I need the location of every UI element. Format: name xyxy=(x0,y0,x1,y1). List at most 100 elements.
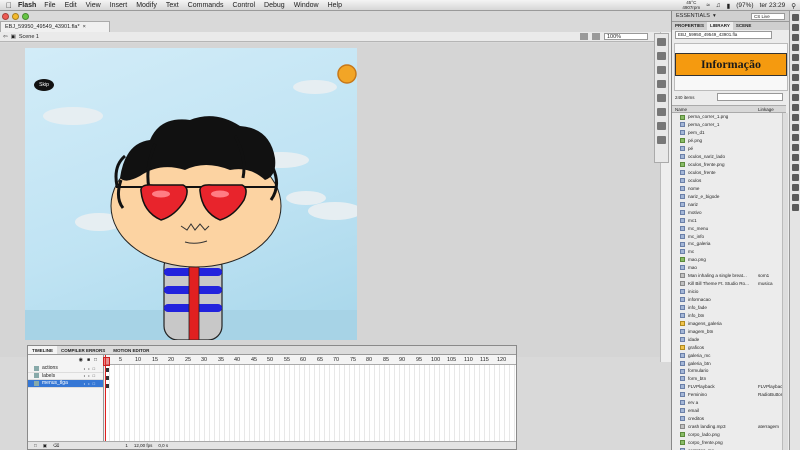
layer-toggles[interactable]: ••□ xyxy=(84,373,98,378)
edit-scene-icon[interactable] xyxy=(580,33,588,40)
library-item[interactable]: mc_info xyxy=(672,232,782,240)
library-item[interactable]: pem_d1 xyxy=(672,129,782,137)
tab-scene[interactable]: SCENE xyxy=(733,22,755,30)
library-item[interactable]: Feminino RadioButton xyxy=(672,391,782,399)
layer-row[interactable]: actions ••□ xyxy=(28,365,103,373)
layer-row[interactable]: labels ••□ xyxy=(28,373,103,380)
battery-level[interactable]: (97%) xyxy=(736,2,753,9)
layer-toggles[interactable]: ••□ xyxy=(84,366,98,371)
lasso-tool-icon[interactable] xyxy=(791,54,799,61)
library-item[interactable]: info_btn xyxy=(672,311,782,319)
align-icon[interactable] xyxy=(657,66,666,74)
library-item[interactable]: idade xyxy=(672,335,782,343)
new-folder-icon[interactable]: ▣ xyxy=(43,443,47,449)
motion-presets-icon[interactable] xyxy=(657,122,666,130)
keyframe[interactable] xyxy=(106,376,109,380)
library-item[interactable]: nome xyxy=(672,184,782,192)
library-item[interactable]: perna_correr_1 xyxy=(672,121,782,129)
text-tool-icon[interactable] xyxy=(791,74,799,81)
menu-debug[interactable]: Debug xyxy=(264,2,285,9)
lock-icon[interactable]: ■ xyxy=(87,357,90,365)
library-item[interactable]: motivo xyxy=(672,208,782,216)
menu-help[interactable]: Help xyxy=(328,2,342,9)
skip-button[interactable]: Skip xyxy=(34,79,54,91)
library-item[interactable]: oculos_nariz_lado xyxy=(672,153,782,161)
clock[interactable]: ter 23:29 xyxy=(760,2,786,9)
library-item[interactable]: imagens_galeria xyxy=(672,319,782,327)
library-item[interactable]: crash landing.mp3 aterragem xyxy=(672,423,782,431)
temperature-readout[interactable]: 45°C 4907rpm xyxy=(682,0,700,10)
library-item[interactable]: graficos xyxy=(672,343,782,351)
menu-control[interactable]: Control xyxy=(232,2,255,9)
tab-timeline[interactable]: TIMELINE xyxy=(28,346,57,354)
frame-grid[interactable]: 5 10 15 20 25 30 35 40 45 50 55 60 65 70… xyxy=(103,355,516,443)
library-search-input[interactable] xyxy=(717,93,783,101)
library-item[interactable]: contatos_mc xyxy=(672,446,782,450)
subselection-tool-icon[interactable] xyxy=(791,24,799,31)
library-item[interactable]: oculos_frente xyxy=(672,169,782,177)
library-item[interactable]: informacao xyxy=(672,296,782,304)
menu-edit[interactable]: Edit xyxy=(65,2,77,9)
menu-text[interactable]: Text xyxy=(166,2,179,9)
components-icon[interactable] xyxy=(657,108,666,116)
paint-bucket-tool-icon[interactable] xyxy=(791,144,799,151)
library-item[interactable]: nariz xyxy=(672,200,782,208)
library-item[interactable]: creditos xyxy=(672,415,782,423)
library-item[interactable]: Kill Bill Theme Ft. Studio Ro... musica xyxy=(672,280,782,288)
library-item[interactable]: email xyxy=(672,407,782,415)
scene-name[interactable]: Scene 1 xyxy=(19,34,39,40)
library-item[interactable]: erv a xyxy=(672,399,782,407)
library-item[interactable]: mc xyxy=(672,248,782,256)
column-linkage[interactable]: Linkage xyxy=(758,107,774,112)
library-item[interactable]: perna_correr_1.png xyxy=(672,113,782,121)
tab-motion-editor[interactable]: MOTION EDITOR xyxy=(109,346,153,354)
zoom-select[interactable]: 100% xyxy=(604,33,648,40)
close-window-icon[interactable] xyxy=(2,13,9,20)
tab-compiler-errors[interactable]: COMPILER ERRORS xyxy=(57,346,109,354)
frame-ruler[interactable]: 5 10 15 20 25 30 35 40 45 50 55 60 65 70… xyxy=(105,355,516,365)
frame-rate[interactable]: 12,00 fps xyxy=(134,443,153,448)
pencil-tool-icon[interactable] xyxy=(791,104,799,111)
workspace-switcher[interactable]: ESSENTIALS xyxy=(676,13,710,19)
library-item[interactable]: pé xyxy=(672,145,782,153)
wifi-icon[interactable]: ≈ xyxy=(706,2,710,9)
new-layer-icon[interactable]: □ xyxy=(34,443,37,448)
library-item[interactable]: mc1 xyxy=(672,216,782,224)
layer-row-selected[interactable]: menus_tlga ••□ xyxy=(28,380,103,388)
library-item[interactable]: nariz_e_bigode xyxy=(672,192,782,200)
library-item[interactable]: galeria_mc xyxy=(672,351,782,359)
menu-commands[interactable]: Commands xyxy=(188,2,224,9)
menu-insert[interactable]: Insert xyxy=(110,2,128,9)
library-item[interactable]: mao.png xyxy=(672,256,782,264)
outline-icon[interactable]: □ xyxy=(94,357,97,365)
battery-icon[interactable]: ▮ xyxy=(727,2,731,10)
apple-icon[interactable]:  xyxy=(0,1,18,10)
info-icon[interactable] xyxy=(657,80,666,88)
selection-tool-icon[interactable] xyxy=(791,14,799,21)
brush-tool-icon[interactable] xyxy=(791,114,799,121)
library-item[interactable]: corpo_frente.png xyxy=(672,438,782,446)
transform-icon[interactable] xyxy=(657,94,666,102)
menu-modify[interactable]: Modify xyxy=(136,2,157,9)
spotlight-icon[interactable]: ⚲ xyxy=(791,2,796,10)
playhead[interactable] xyxy=(103,355,110,443)
library-item[interactable]: mc_menu xyxy=(672,224,782,232)
library-item[interactable]: FLVPlayback FLVPlayback xyxy=(672,383,782,391)
delete-layer-icon[interactable]: ⌫ xyxy=(53,443,59,449)
tab-properties[interactable]: PROPERTIES xyxy=(672,22,707,30)
deco-tool-icon[interactable] xyxy=(791,124,799,131)
library-item[interactable]: imagem_btn xyxy=(672,327,782,335)
stage-canvas[interactable]: Skip xyxy=(25,48,357,340)
bone-tool-icon[interactable] xyxy=(791,134,799,141)
library-item[interactable]: form_btn xyxy=(672,375,782,383)
pen-tool-icon[interactable] xyxy=(791,64,799,71)
library-item[interactable]: oculos xyxy=(672,177,782,185)
zoom-window-icon[interactable] xyxy=(22,13,29,20)
library-file-select[interactable]: EBJ_59950_49549_43901.fla xyxy=(675,31,772,39)
cs-live-search[interactable]: CS Live xyxy=(751,12,785,20)
library-item[interactable]: info_fade xyxy=(672,304,782,312)
document-tab[interactable]: EBJ_59950_49549_43901.fla* × xyxy=(0,21,110,32)
library-item[interactable]: oculos_frente.png xyxy=(672,161,782,169)
back-arrow-icon[interactable]: ⇦ xyxy=(3,34,8,40)
library-item[interactable]: pé.png xyxy=(672,137,782,145)
